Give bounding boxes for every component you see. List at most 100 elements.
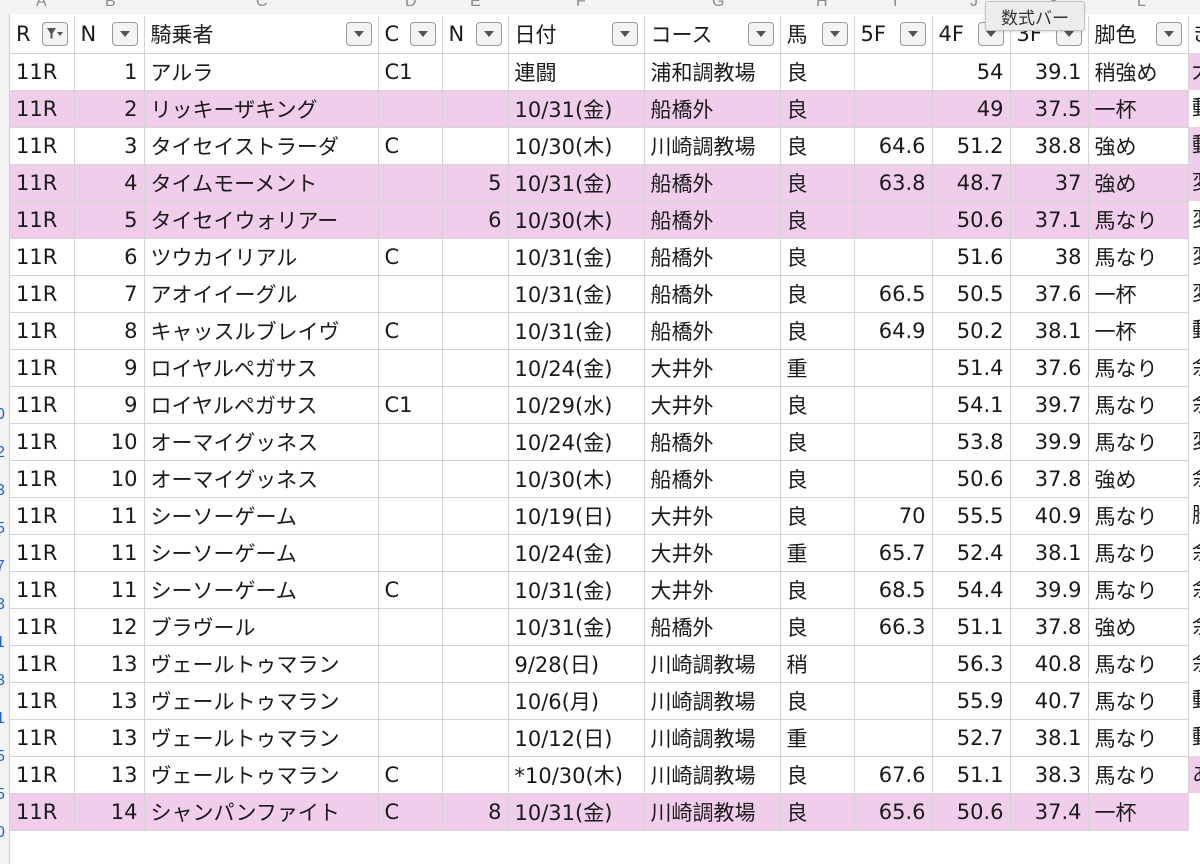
cell-5f[interactable] — [854, 719, 933, 757]
cell-course[interactable]: 川崎調教場 — [644, 719, 781, 757]
cell-4f[interactable]: 56.3 — [932, 645, 1011, 683]
column-letter-b[interactable]: B — [105, 0, 116, 11]
cell-course[interactable]: 浦和調教場 — [644, 53, 781, 91]
cell-5f[interactable]: 66.5 — [854, 275, 933, 313]
cell-4f[interactable]: 50.6 — [932, 201, 1011, 239]
cell-overflow-m[interactable]: 余 — [1189, 386, 1200, 423]
cell-3f[interactable]: 40.8 — [1010, 645, 1089, 683]
cell-track[interactable]: 良 — [780, 386, 855, 424]
cell-style[interactable]: 馬なり — [1088, 682, 1189, 720]
cell-n[interactable]: 8 — [74, 312, 145, 350]
cell-4f[interactable]: 54 — [932, 53, 1011, 91]
cell-jockey[interactable]: タイセイウォリアー — [144, 201, 379, 239]
cell-track[interactable]: 良 — [780, 53, 855, 91]
cell-n[interactable]: 13 — [74, 756, 145, 794]
cell-r[interactable]: 11R — [10, 571, 75, 609]
cell-style[interactable]: 強め — [1088, 164, 1189, 202]
cell-jockey[interactable]: ヴェールトゥマラン — [144, 756, 379, 794]
cell-5f[interactable] — [854, 349, 933, 387]
cell-date[interactable]: 10/19(日) — [508, 497, 645, 535]
cell-overflow-m[interactable]: 脚 — [1189, 497, 1200, 534]
cell-n2[interactable]: 6 — [442, 201, 509, 239]
cell-course[interactable]: 船橋外 — [644, 608, 781, 646]
cell-3f[interactable]: 38.1 — [1010, 719, 1089, 757]
cell-5f[interactable] — [854, 53, 933, 91]
cell-3f[interactable]: 40.9 — [1010, 497, 1089, 535]
cell-r[interactable]: 11R — [10, 793, 75, 831]
row-number[interactable]: 3 — [0, 482, 5, 500]
cell-n2[interactable] — [442, 238, 509, 276]
cell-r[interactable]: 11R — [10, 201, 75, 239]
cell-jockey[interactable]: シャンパンファイト — [144, 793, 379, 831]
cell-overflow-m[interactable]: 余 — [1189, 608, 1200, 645]
filter-dropdown-button[interactable] — [747, 22, 774, 47]
column-letter-i[interactable]: I — [893, 0, 897, 11]
cell-course[interactable]: 大井外 — [644, 534, 781, 572]
cell-course[interactable]: 船橋外 — [644, 201, 781, 239]
cell-course[interactable]: 川崎調教場 — [644, 756, 781, 794]
cell-n[interactable]: 10 — [74, 423, 145, 461]
cell-3f[interactable]: 39.1 — [1010, 53, 1089, 91]
cell-track[interactable]: 重 — [780, 719, 855, 757]
cell-track[interactable]: 良 — [780, 312, 855, 350]
cell-r[interactable]: 11R — [10, 312, 75, 350]
cell-style[interactable]: 一杯 — [1088, 793, 1189, 831]
cell-overflow-m[interactable]: 余 — [1189, 571, 1200, 608]
cell-date[interactable]: 10/29(水) — [508, 386, 645, 424]
cell-track[interactable]: 重 — [780, 534, 855, 572]
cell-5f[interactable] — [854, 682, 933, 720]
cell-c[interactable]: C1 — [378, 53, 443, 91]
cell-date[interactable]: 10/31(金) — [508, 275, 645, 313]
cell-track[interactable]: 稍 — [780, 645, 855, 683]
cell-3f[interactable]: 38.1 — [1010, 534, 1089, 572]
cell-n[interactable]: 3 — [74, 127, 145, 165]
cell-overflow-m[interactable]: 動 — [1189, 682, 1200, 719]
cell-style[interactable]: 強め — [1088, 127, 1189, 165]
cell-4f[interactable]: 50.2 — [932, 312, 1011, 350]
cell-5f[interactable]: 70 — [854, 497, 933, 535]
cell-date[interactable]: 10/31(金) — [508, 571, 645, 609]
cell-track[interactable]: 良 — [780, 275, 855, 313]
filter-active-button[interactable] — [41, 22, 68, 47]
cell-3f[interactable]: 37.6 — [1010, 349, 1089, 387]
cell-date[interactable]: 10/30(木) — [508, 460, 645, 498]
cell-course[interactable]: 船橋外 — [644, 423, 781, 461]
cell-r[interactable]: 11R — [10, 90, 75, 128]
cell-r[interactable]: 11R — [10, 164, 75, 202]
cell-3f[interactable]: 37.1 — [1010, 201, 1089, 239]
filter-dropdown-button[interactable] — [611, 22, 638, 47]
cell-c[interactable]: C — [378, 571, 443, 609]
cell-date[interactable]: 10/31(金) — [508, 90, 645, 128]
cell-course[interactable]: 船橋外 — [644, 275, 781, 313]
cell-3f[interactable]: 37.5 — [1010, 90, 1089, 128]
cell-jockey[interactable]: リッキーザキング — [144, 90, 379, 128]
cell-n[interactable]: 9 — [74, 349, 145, 387]
cell-course[interactable]: 大井外 — [644, 386, 781, 424]
cell-5f[interactable] — [854, 460, 933, 498]
column-letter-f[interactable]: F — [576, 0, 586, 11]
cell-style[interactable]: 馬なり — [1088, 645, 1189, 683]
cell-jockey[interactable]: シーソーゲーム — [144, 497, 379, 535]
cell-date[interactable]: 10/30(木) — [508, 127, 645, 165]
row-number[interactable]: 0 — [0, 824, 5, 842]
cell-style[interactable]: 馬なり — [1088, 497, 1189, 535]
cell-r[interactable]: 11R — [10, 349, 75, 387]
cell-n2[interactable] — [442, 571, 509, 609]
cell-3f[interactable]: 39.7 — [1010, 386, 1089, 424]
cell-4f[interactable]: 53.8 — [932, 423, 1011, 461]
header-cell-course[interactable]: コース — [644, 16, 781, 54]
cell-4f[interactable]: 54.1 — [932, 386, 1011, 424]
cell-overflow-m[interactable]: 変 — [1189, 201, 1200, 238]
cell-4f[interactable]: 52.7 — [932, 719, 1011, 757]
cell-style[interactable]: 強め — [1088, 460, 1189, 498]
cell-jockey[interactable]: タイセイストラーダ — [144, 127, 379, 165]
cell-n2[interactable] — [442, 386, 509, 424]
row-number[interactable]: 1 — [0, 710, 5, 728]
cell-5f[interactable]: 66.3 — [854, 608, 933, 646]
cell-course[interactable]: 川崎調教場 — [644, 682, 781, 720]
cell-4f[interactable]: 50.6 — [932, 460, 1011, 498]
cell-track[interactable]: 良 — [780, 608, 855, 646]
cell-track[interactable]: 良 — [780, 164, 855, 202]
cell-3f[interactable]: 37.8 — [1010, 460, 1089, 498]
cell-jockey[interactable]: ブラヴール — [144, 608, 379, 646]
